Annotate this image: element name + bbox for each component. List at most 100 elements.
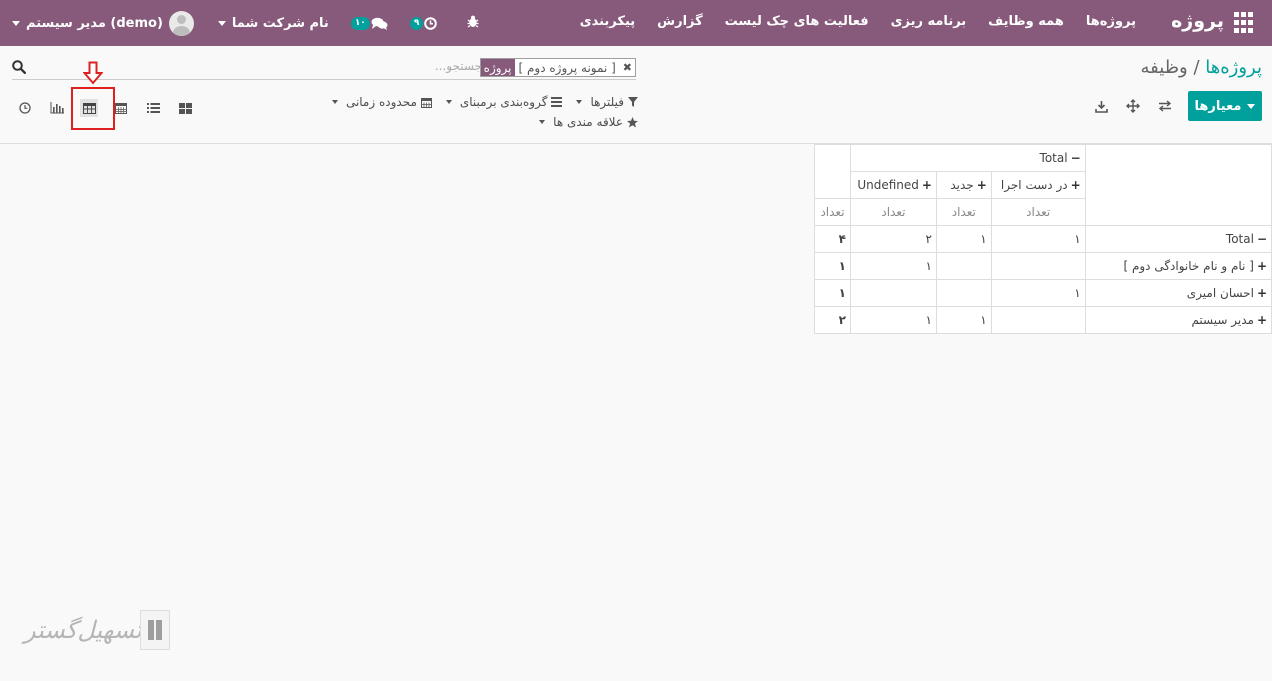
kanban-view-icon[interactable] [176,99,194,117]
menu-item-all-tasks[interactable]: همه وظایف [988,14,1064,29]
pivot-row-header[interactable]: +احسان امیری [1084,279,1272,307]
pivot-cell[interactable] [990,306,1086,334]
filters-label: فیلترها [590,95,624,109]
collapse-icon: − [1070,151,1081,165]
pivot-col-header-undefined[interactable]: +Undefined [849,171,937,199]
watermark: تسهیل‌گستر [24,610,170,658]
pivot-cell[interactable]: ۱ [849,252,937,280]
col-label: جدید [950,178,974,192]
table-row: +مدیر سیستم ۱ ۱ ۲ [814,306,1272,334]
arrow-down-icon [83,61,103,85]
pivot-row-header[interactable]: +مدیر سیستم [1084,306,1272,334]
facet-remove-icon[interactable]: ✖ [620,59,635,76]
col-total-label: Total [1039,151,1068,165]
measures-button[interactable]: معیارها [1188,91,1262,121]
group-by-dropdown[interactable]: گروه‌بندی برمبنای [445,95,563,109]
measure-header: تعداد [814,198,851,226]
activity-view-icon[interactable] [16,99,34,117]
pivot-col-header-new[interactable]: +جدید [935,171,992,199]
activities-menu[interactable]: ۹ [409,16,438,30]
caret-down-icon [12,20,20,26]
measure-header: تعداد [935,198,992,226]
pivot-cell[interactable] [849,279,937,307]
expand-icon: + [976,178,987,192]
menu-item-projects[interactable]: پروژه‌ها [1086,14,1136,29]
measure-header: تعداد [990,198,1086,226]
col-label: در دست اجرا [1000,178,1068,192]
caret-down-icon [539,120,546,124]
expand-all-icon[interactable] [1124,97,1142,115]
pivot-cell[interactable]: ۱ [990,225,1086,253]
pivot-cell[interactable]: ۱ [935,225,992,253]
activities-count-badge: ۹ [409,16,424,30]
pivot-table: −Total +در دست اجرا +جدید +Undefined تعد… [814,144,1272,334]
caret-down-icon [445,100,452,104]
list-view-icon[interactable] [144,99,162,117]
pivot-row-total-header[interactable]: −Total [1084,225,1272,253]
messages-menu[interactable]: ۱۰ [350,16,388,30]
menu-item-checklist[interactable]: فعالیت های چک لیست [725,14,869,29]
avatar [168,10,194,36]
clock-icon [424,16,438,30]
menu-item-reporting[interactable]: گزارش [657,14,703,29]
main-menu: پروژه‌ها همه وظایف برنامه ریزی فعالیت ها… [580,14,1136,29]
pivot-view-highlight-frame [71,87,115,130]
search-facet: پروژه [ نمونه پروژه دوم ] ✖ [479,58,636,77]
bug-icon [467,15,479,27]
expand-icon: + [1070,178,1081,192]
group-by-label: گروه‌بندی برمبنای [459,95,548,109]
pivot-cell[interactable]: ۱ [849,306,937,334]
top-navbar: پروژه پروژه‌ها همه وظایف برنامه ریزی فعا… [0,0,1272,46]
graph-view-icon[interactable] [48,99,66,117]
caret-down-icon [576,100,583,104]
bars-icon [551,97,563,107]
pivot-cell[interactable] [990,252,1086,280]
watermark-logo [140,610,170,650]
pivot-total-col-spacer [814,144,851,199]
watermark-text: تسهیل‌گستر [24,616,142,644]
pivot-cell[interactable] [935,279,992,307]
caret-down-icon [217,20,226,26]
breadcrumb-separator: / [1193,57,1200,78]
favorites-dropdown[interactable]: علاقه مندی ها [539,115,638,129]
breadcrumb-projects[interactable]: پروژه‌ها [1205,57,1262,78]
pivot-cell[interactable]: ۱ [990,279,1086,307]
expand-icon: + [1256,286,1267,300]
pivot-total-cell[interactable]: ۱ [814,252,851,280]
debug-menu[interactable] [467,15,479,32]
download-icon[interactable] [1092,97,1110,115]
app-brand: پروژه [1171,10,1224,32]
chat-icon [371,17,388,30]
apps-menu-icon[interactable] [1234,12,1256,34]
caret-down-icon [331,100,338,104]
pivot-cell[interactable] [935,252,992,280]
company-switcher[interactable]: نام شرکت شما [217,15,329,31]
row-label: احسان امیری [1186,286,1254,300]
search-icon[interactable] [12,60,26,78]
filter-icon [628,97,638,107]
pivot-col-total-header[interactable]: −Total [849,144,1086,172]
menu-item-planning[interactable]: برنامه ریزی [891,14,967,29]
user-name: مدیر سیستم (demo) [26,15,163,31]
company-name: نام شرکت شما [231,15,329,31]
expand-icon: + [1256,259,1267,273]
pivot-row-header[interactable]: +[ نام و نام خانوادگی دوم ] [1084,252,1272,280]
pivot-total-cell[interactable]: ۲ [814,306,851,334]
search-input[interactable] [282,59,482,73]
pivot-total-cell[interactable]: ۴ [814,225,851,253]
pivot-cell[interactable]: ۱ [935,306,992,334]
expand-icon: + [1256,313,1267,327]
pivot-total-cell[interactable]: ۱ [814,279,851,307]
messages-count-badge: ۱۰ [350,16,370,30]
table-row: +[ نام و نام خانوادگی دوم ] ۱ ۱ [814,252,1272,280]
table-row: −Total ۱ ۱ ۲ ۴ [814,225,1272,253]
menu-item-configuration[interactable]: پیکربندی [580,14,635,29]
user-menu[interactable]: مدیر سیستم (demo) [12,10,194,36]
pivot-col-header-in-progress[interactable]: +در دست اجرا [990,171,1086,199]
filters-dropdown[interactable]: فیلترها [576,95,638,109]
pivot-tools [1092,97,1174,115]
flip-axis-icon[interactable] [1156,97,1174,115]
caret-down-icon [1247,103,1256,109]
time-range-dropdown[interactable]: محدوده زمانی [331,95,432,109]
pivot-cell[interactable]: ۲ [849,225,937,253]
